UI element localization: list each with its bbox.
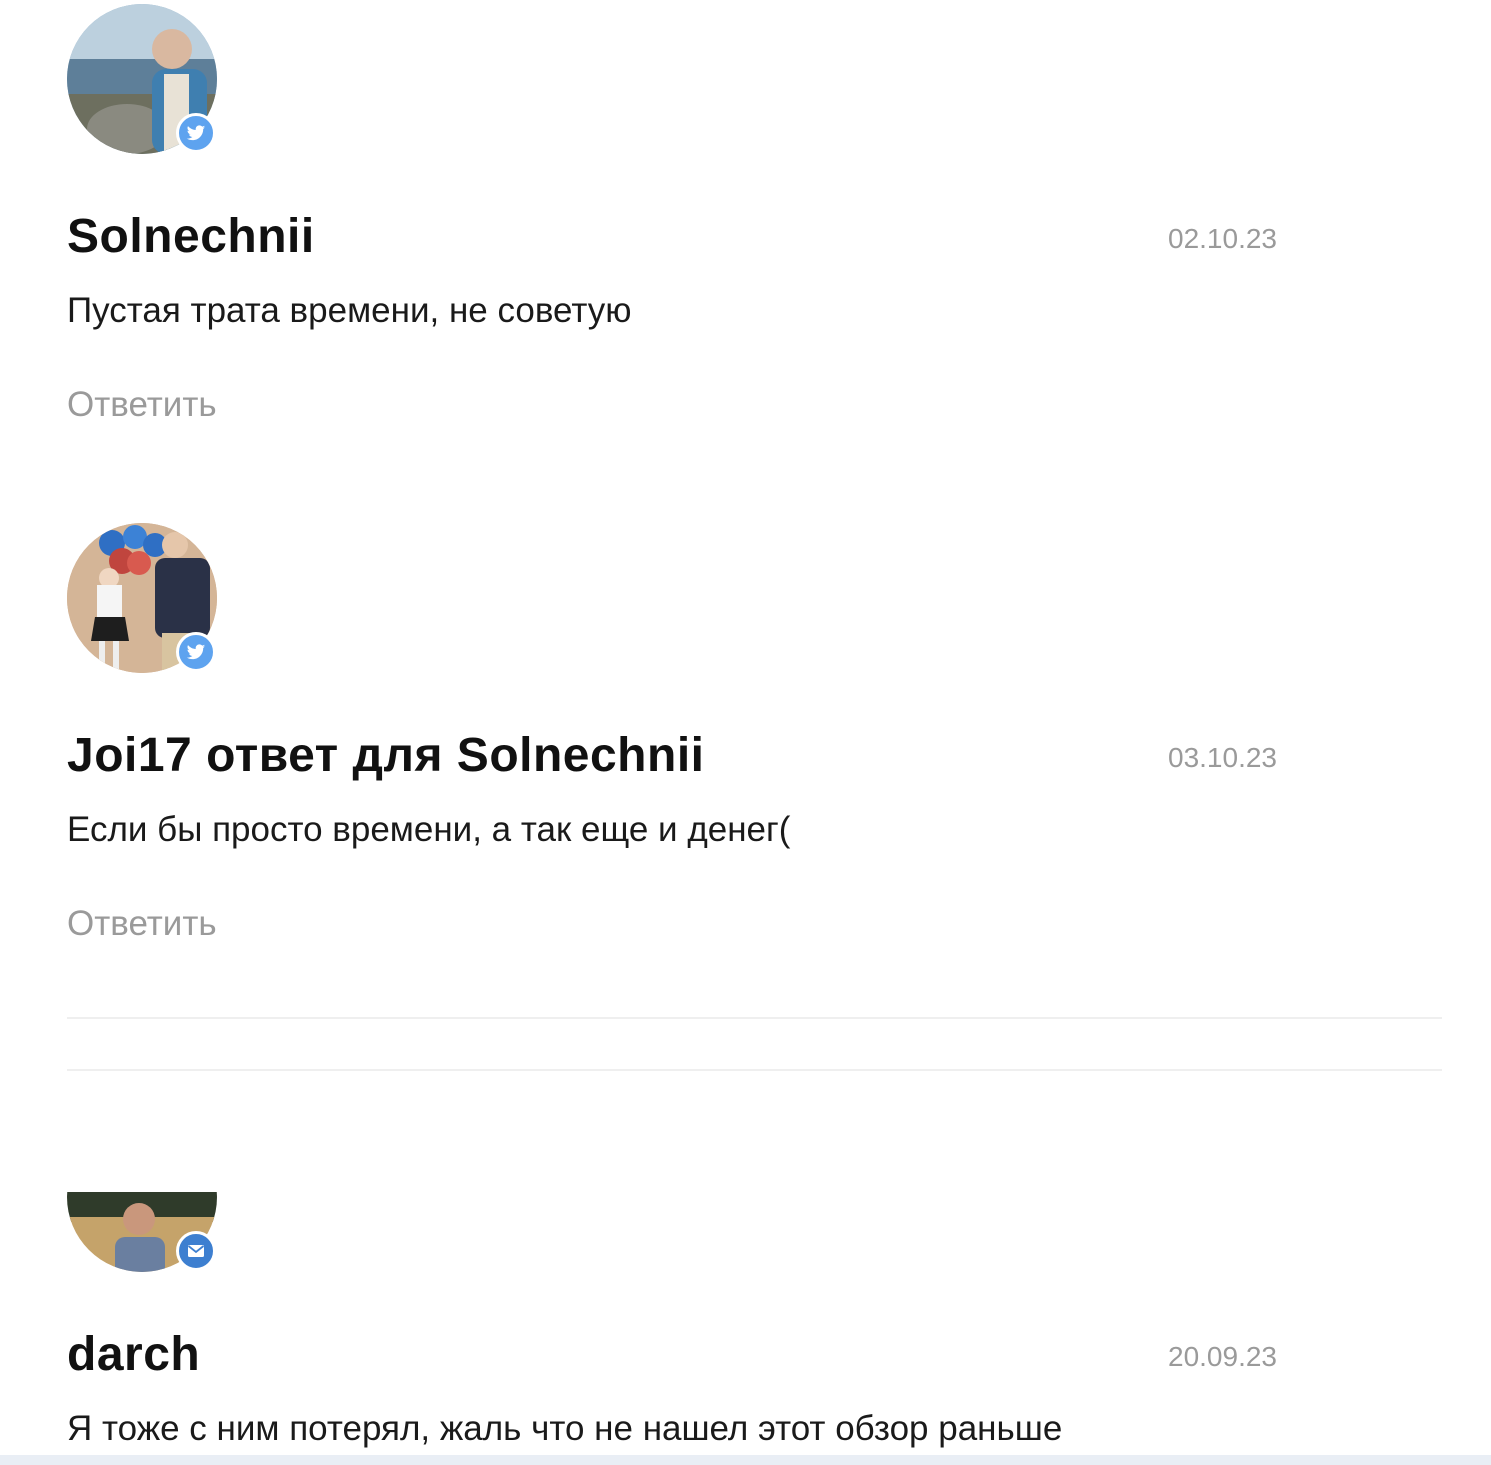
comment-item: Solnechnii 02.10.23 Пустая трата времени… [67, 4, 1277, 425]
comment-text: Пустая трата времени, не советую [67, 291, 632, 330]
divider [67, 1069, 1442, 1071]
twitter-icon [176, 632, 216, 672]
divider [67, 1017, 1442, 1019]
bottom-bar [0, 1455, 1491, 1465]
twitter-icon [176, 113, 216, 153]
avatar[interactable] [67, 1122, 217, 1272]
comment-item: darch 20.09.23 Я тоже с ним потерял, жал… [67, 1122, 1277, 1449]
avatar[interactable] [67, 523, 217, 673]
comment-text: Если бы просто времени, а так еще и дене… [67, 810, 791, 849]
avatar[interactable] [67, 4, 217, 154]
mail-icon [176, 1231, 216, 1271]
reply-button[interactable]: Ответить [67, 904, 217, 944]
comment-date: 20.09.23 [1168, 1341, 1277, 1372]
comment-date: 03.10.23 [1168, 742, 1277, 773]
reply-button[interactable]: Ответить [67, 385, 217, 425]
comment-item: Joi17 ответ для Solnechnii 03.10.23 Если… [67, 523, 1277, 944]
comment-date: 02.10.23 [1168, 223, 1277, 254]
comments-page: Solnechnii 02.10.23 Пустая трата времени… [0, 0, 1491, 1465]
comment-author: Solnechnii [67, 210, 315, 263]
comment-text: Я тоже с ним потерял, жаль что не нашел … [67, 1409, 1063, 1448]
comment-author: darch [67, 1328, 201, 1381]
comment-author: Joi17 ответ для Solnechnii [67, 729, 705, 782]
